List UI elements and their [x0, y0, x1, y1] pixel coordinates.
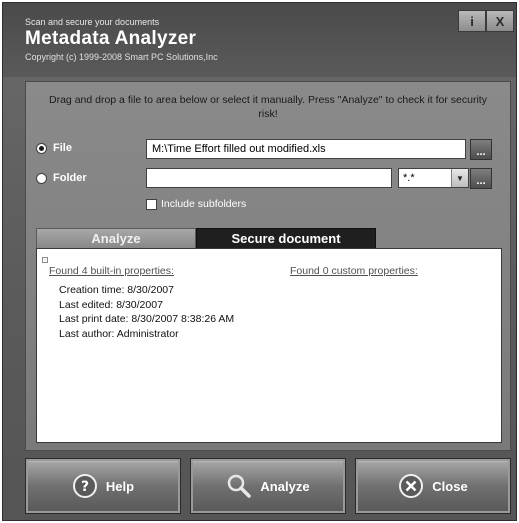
- property-item: Last edited: 8/30/2007: [59, 298, 163, 311]
- folder-radio-label: Folder: [53, 172, 87, 184]
- svg-text:?: ?: [81, 479, 89, 495]
- collapse-icon[interactable]: -: [42, 257, 48, 263]
- help-icon: ?: [72, 474, 97, 498]
- property-item: Creation time: 8/30/2007: [59, 284, 174, 296]
- file-radio[interactable]: File: [36, 142, 72, 154]
- magnifier-icon: [228, 474, 252, 498]
- app-window: Scan and secure your documents Metadata …: [2, 2, 517, 521]
- chevron-down-icon[interactable]: ▼: [451, 169, 468, 187]
- radio-unchecked-icon[interactable]: [36, 172, 47, 184]
- instructions-text: Drag and drop a file to area below or se…: [49, 94, 487, 120]
- browse-folder-button[interactable]: ...: [470, 168, 492, 189]
- info-icon: i: [470, 13, 474, 29]
- file-mask-value: *.*: [403, 172, 415, 184]
- main-panel: Drag and drop a file to area below or se…: [25, 81, 511, 451]
- close-button[interactable]: Close: [355, 458, 511, 514]
- include-subfolders-label: Include subfolders: [161, 198, 247, 210]
- tab-secure-document[interactable]: Secure document: [196, 228, 376, 248]
- file-path-input[interactable]: M:\Time Effort filled out modified.xls: [146, 139, 466, 159]
- builtin-properties-link[interactable]: Found 4 built-in properties:: [49, 265, 174, 277]
- custom-properties-link[interactable]: Found 0 custom properties:: [290, 265, 418, 277]
- close-button-label: Close: [432, 478, 468, 494]
- copyright-text: Copyright (c) 1999-2008 Smart PC Solutio…: [25, 52, 218, 62]
- help-button[interactable]: ? Help: [25, 458, 181, 514]
- radio-checked-icon[interactable]: [36, 142, 47, 154]
- checkbox-box[interactable]: [146, 198, 157, 210]
- title-bar: Scan and secure your documents Metadata …: [3, 3, 516, 77]
- folder-radio[interactable]: Folder: [36, 172, 87, 184]
- window-close-button[interactable]: X: [486, 10, 514, 32]
- browse-file-button[interactable]: ...: [470, 139, 492, 160]
- close-circle-icon: [399, 474, 424, 498]
- tab-analyze[interactable]: Analyze: [36, 228, 196, 248]
- analyze-button-label: Analyze: [260, 478, 310, 494]
- help-button-label: Help: [105, 478, 135, 494]
- file-mask-select[interactable]: *.* ▼: [398, 168, 469, 188]
- tagline: Scan and secure your documents: [25, 17, 160, 27]
- analyze-button[interactable]: Analyze: [190, 458, 346, 514]
- property-list: Creation time: 8/30/2007 Last edited: 8/…: [59, 283, 234, 341]
- custom-properties-section: Found 0 custom properties:: [290, 261, 418, 279]
- info-button[interactable]: i: [458, 10, 486, 32]
- app-title: Metadata Analyzer: [25, 28, 197, 49]
- property-item: Last author: Administrator: [59, 327, 179, 340]
- close-icon: X: [495, 13, 505, 29]
- include-subfolders-checkbox[interactable]: Include subfolders: [146, 198, 246, 210]
- results-area[interactable]: - Found 4 built-in properties: Creation …: [36, 248, 502, 443]
- builtin-properties-section: - Found 4 built-in properties: Creation …: [42, 257, 234, 341]
- folder-path-input[interactable]: [146, 168, 392, 188]
- action-bar: ? Help Analyze Close: [25, 455, 511, 517]
- file-radio-label: File: [53, 142, 72, 154]
- property-item: Last print date: 8/30/2007 8:38:26 AM: [59, 313, 235, 325]
